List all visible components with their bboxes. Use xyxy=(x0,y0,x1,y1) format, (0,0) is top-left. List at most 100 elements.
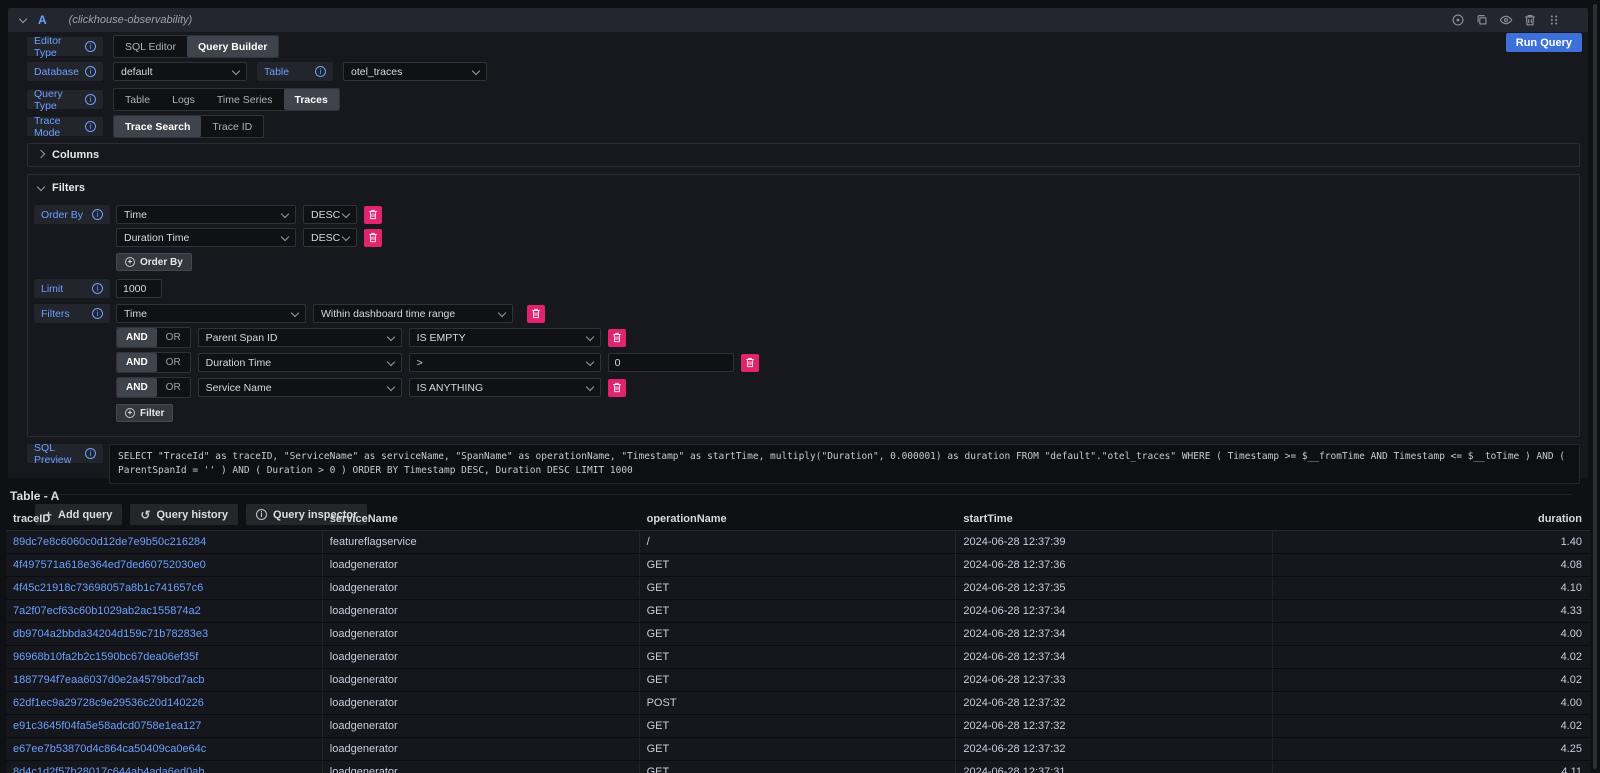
run-query-button[interactable]: Run Query xyxy=(1506,33,1582,52)
filter-operator-select[interactable]: Within dashboard time range xyxy=(313,304,513,323)
query-type-option-traces[interactable]: Traces xyxy=(284,89,339,110)
editor-type-option-sql-editor[interactable]: SQL Editor xyxy=(114,36,187,57)
info-icon[interactable]: i xyxy=(92,209,103,220)
chevron-right-icon xyxy=(37,150,45,158)
column-header-traceid[interactable]: traceID xyxy=(6,513,323,525)
chevron-down-icon xyxy=(585,357,593,365)
and-option[interactable]: AND xyxy=(117,378,157,397)
add-filter-label: Filter xyxy=(140,408,164,419)
add-filter-button[interactable]: + Filter xyxy=(116,404,173,422)
query-builder-body: Editor Type i SQL Editor Query Builder D… xyxy=(8,32,1588,525)
trace-id-link[interactable]: 62df1ec9a29728c9e29536c20d140226 xyxy=(6,692,323,714)
trace-id-link[interactable]: e91c3645f04fa5e58adcd0758e1ea127 xyxy=(6,715,323,737)
limit-label-text: Limit xyxy=(41,283,63,295)
add-order-by-label: Order By xyxy=(140,257,183,268)
order-by-field-select[interactable]: Time xyxy=(116,205,296,224)
collapse-chevron-down-icon[interactable] xyxy=(19,15,27,23)
info-icon[interactable]: i xyxy=(315,66,326,77)
database-select[interactable]: default xyxy=(113,62,247,81)
info-icon[interactable]: i xyxy=(85,41,96,52)
column-header-starttime[interactable]: startTime xyxy=(956,513,1273,525)
trace-mode-option-trace-search[interactable]: Trace Search xyxy=(114,116,201,137)
info-icon[interactable]: i xyxy=(85,448,96,459)
filters-section-title: Filters xyxy=(52,182,85,194)
trace-mode-row: Trace Mode i Trace Search Trace ID xyxy=(27,115,1580,138)
condition-field-select-value: Service Name xyxy=(206,382,272,394)
info-icon[interactable]: i xyxy=(92,283,103,294)
condition-field-select[interactable]: Parent Span ID xyxy=(198,328,402,347)
table-select[interactable]: otel_traces xyxy=(343,62,487,81)
delete-order-by-button[interactable] xyxy=(364,206,382,224)
order-by-rows: Time DESC Duration Time DESC xyxy=(116,205,382,247)
duration-cell: 4.00 xyxy=(1273,623,1590,645)
trace-id-link[interactable]: 1887794f7eaa6037d0e2a4579bcd7acb xyxy=(6,669,323,691)
column-header-servicename[interactable]: serviceName xyxy=(323,513,640,525)
drag-handle-icon[interactable] xyxy=(1546,12,1562,28)
delete-filter-button[interactable] xyxy=(608,329,626,347)
trace-mode-label: Trace Mode i xyxy=(27,117,103,136)
service-name-cell: loadgenerator xyxy=(323,761,640,773)
copy-icon[interactable] xyxy=(1474,12,1490,28)
info-icon[interactable]: i xyxy=(85,66,96,77)
order-by-direction-select[interactable]: DESC xyxy=(303,228,357,247)
column-header-duration[interactable]: duration xyxy=(1273,513,1590,525)
trace-mode-label-text: Trace Mode xyxy=(34,115,85,139)
trace-id-link[interactable]: 96968b10fa2b2c1590bc67dea06ef35f xyxy=(6,646,323,668)
service-name-cell: loadgenerator xyxy=(323,646,640,668)
condition-field-select[interactable]: Service Name xyxy=(198,378,402,397)
condition-operator-select[interactable]: > xyxy=(409,353,601,372)
query-type-option-table[interactable]: Table xyxy=(114,89,161,110)
delete-time-filter-button[interactable] xyxy=(527,305,545,323)
info-icon[interactable]: i xyxy=(85,121,96,132)
trace-id-link[interactable]: e67ee7b53870d4c864ca50409ca0e64c xyxy=(6,738,323,760)
limit-input[interactable] xyxy=(116,279,162,298)
order-by-label: Order By i xyxy=(34,205,110,224)
trace-id-link[interactable]: 89dc7e8c6060c0d12de7e9b50c216284 xyxy=(6,531,323,553)
order-by-field-select[interactable]: Duration Time xyxy=(116,228,296,247)
or-option[interactable]: OR xyxy=(157,353,190,372)
add-order-by-button[interactable]: + Order By xyxy=(116,253,192,271)
columns-section-toggle[interactable]: Columns xyxy=(27,143,1580,167)
delete-filter-button[interactable] xyxy=(608,379,626,397)
trace-id-link[interactable]: 8d4c1d2f57b28017c644ab4ada6ed0ab xyxy=(6,761,323,773)
trace-id-link[interactable]: 4f497571a618e364ed7ded60752030e0 xyxy=(6,554,323,576)
table-row: e67ee7b53870d4c864ca50409ca0e64cloadgene… xyxy=(6,738,1590,761)
filter-field-select[interactable]: Time xyxy=(116,304,306,323)
delete-order-by-button[interactable] xyxy=(364,229,382,247)
or-option[interactable]: OR xyxy=(157,378,190,397)
condition-operator-select[interactable]: IS ANYTHING xyxy=(409,378,601,397)
condition-field-select[interactable]: Duration Time xyxy=(198,353,402,372)
query-type-option-time-series[interactable]: Time Series xyxy=(206,89,284,110)
condition-operator-select[interactable]: IS EMPTY xyxy=(409,328,601,347)
info-icon[interactable]: i xyxy=(85,94,96,105)
order-by-row: Time DESC xyxy=(116,205,382,224)
page-scrollbar[interactable] xyxy=(1592,4,1598,769)
duration-cell: 4.10 xyxy=(1273,577,1590,599)
and-option[interactable]: AND xyxy=(117,353,157,372)
trace-id-link[interactable]: 4f45c21918c73698057a8b1c741657c6 xyxy=(6,577,323,599)
order-by-row: Duration Time DESC xyxy=(116,228,382,247)
query-type-option-logs[interactable]: Logs xyxy=(161,89,206,110)
table-header: traceID serviceName operationName startT… xyxy=(6,508,1590,531)
trash-icon[interactable] xyxy=(1522,12,1538,28)
and-option[interactable]: AND xyxy=(117,328,157,347)
scrollbar-thumb[interactable] xyxy=(1593,4,1597,769)
eye-icon[interactable] xyxy=(1498,12,1514,28)
delete-filter-button[interactable] xyxy=(741,354,759,372)
operation-name-cell: GET xyxy=(640,554,957,576)
info-icon[interactable]: i xyxy=(92,308,103,319)
filters-section-toggle[interactable]: Filters xyxy=(38,182,1571,194)
order-by-direction-select[interactable]: DESC xyxy=(303,205,357,224)
panel-title[interactable]: Table - A xyxy=(6,486,1590,508)
duration-cell: 4.02 xyxy=(1273,646,1590,668)
query-row-header[interactable]: A (clickhouse-observability) xyxy=(8,8,1588,32)
help-circle-icon[interactable] xyxy=(1450,12,1466,28)
trace-id-link[interactable]: db9704a2bbda34204d159c71b78283e3 xyxy=(6,623,323,645)
limit-label: Limit i xyxy=(34,279,110,298)
editor-type-option-query-builder[interactable]: Query Builder xyxy=(187,36,278,57)
trace-mode-option-trace-id[interactable]: Trace ID xyxy=(201,116,263,137)
trace-id-link[interactable]: 7a2f07ecf63c60b1029ab2ac155874a2 xyxy=(6,600,323,622)
or-option[interactable]: OR xyxy=(157,328,190,347)
column-header-operationname[interactable]: operationName xyxy=(640,513,957,525)
condition-value-input[interactable] xyxy=(608,353,734,372)
